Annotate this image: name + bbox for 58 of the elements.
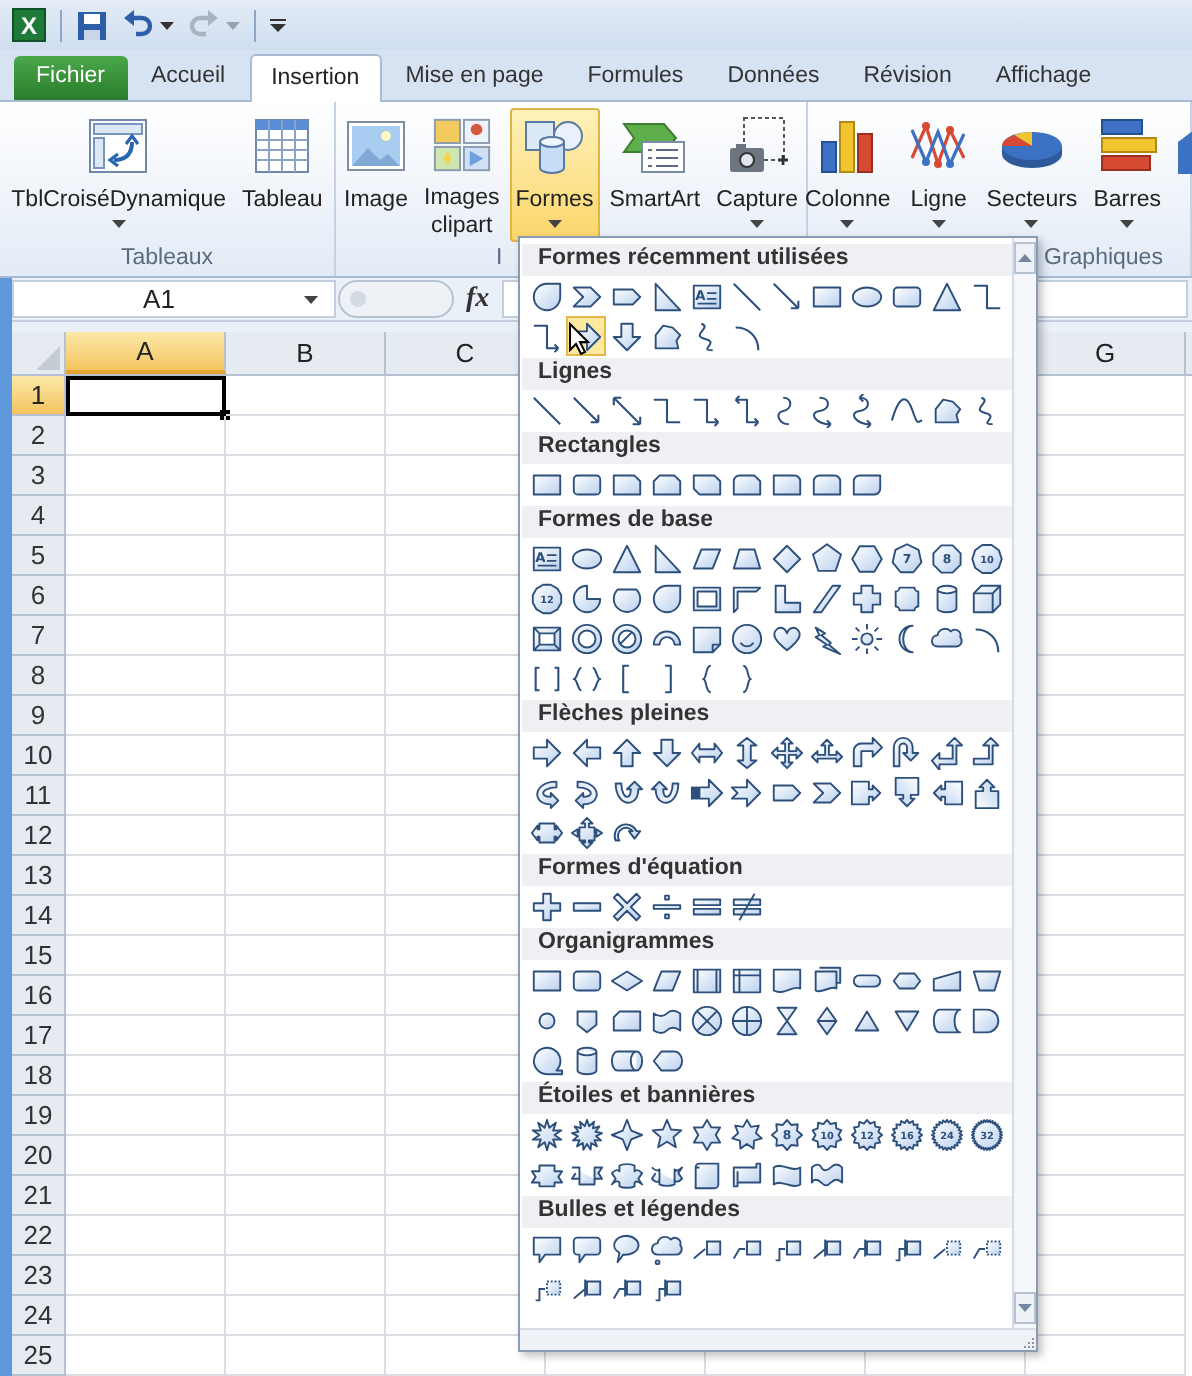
row-header[interactable]: 15: [12, 936, 66, 976]
ribbon-button[interactable]: TblCroiséDynamique: [5, 108, 233, 242]
ribbon-tab[interactable]: Révision: [843, 56, 972, 100]
row-header[interactable]: 3: [12, 456, 66, 496]
ribbon-tab[interactable]: Affichage: [975, 56, 1112, 100]
row-header[interactable]: 12: [12, 816, 66, 856]
row-header[interactable]: 18: [12, 1056, 66, 1096]
ribbon-button[interactable]: Images clipart: [418, 108, 506, 242]
row-header[interactable]: 2: [12, 416, 66, 456]
row-header[interactable]: 21: [12, 1176, 66, 1216]
section-header: Étoiles et bannières: [522, 1082, 1012, 1114]
name-box[interactable]: A1: [12, 280, 336, 318]
row-header[interactable]: 19: [12, 1096, 66, 1136]
file-tab[interactable]: Fichier: [14, 56, 128, 100]
column-header[interactable]: A: [66, 332, 226, 374]
ribbon-button[interactable]: Image: [338, 108, 414, 242]
row-header[interactable]: 8: [12, 656, 66, 696]
ribbon-button[interactable]: Barres: [1087, 108, 1168, 242]
group-label: I: [496, 244, 503, 274]
excel-logo: X: [12, 8, 46, 42]
row-header[interactable]: 5: [12, 536, 66, 576]
row-header[interactable]: 11: [12, 776, 66, 816]
ribbon-button[interactable]: Colonne: [798, 108, 897, 242]
row-header[interactable]: 9: [12, 696, 66, 736]
ribbon-tab[interactable]: Mise en page: [385, 56, 564, 100]
row-header[interactable]: 4: [12, 496, 66, 536]
section-header: Formes récemment utilisées: [522, 244, 1012, 276]
group-label: Tableaux: [120, 244, 214, 274]
column-header[interactable]: B: [226, 332, 386, 374]
row-header[interactable]: 14: [12, 896, 66, 936]
section-header: Formes de base: [522, 506, 1012, 538]
ribbon-tab[interactable]: Insertion: [249, 54, 382, 102]
ribbon-tab[interactable]: Données: [707, 56, 840, 100]
ribbon-tab[interactable]: Accueil: [131, 56, 246, 100]
row-header[interactable]: 25: [12, 1336, 66, 1376]
section-header: Flèches pleines: [522, 700, 1012, 732]
group-label: Graphiques: [1044, 244, 1163, 274]
section-header: Bulles et légendes: [522, 1196, 1012, 1228]
ribbon-button[interactable]: Tableau: [236, 108, 329, 242]
row-header[interactable]: 23: [12, 1256, 66, 1296]
row-header[interactable]: 7: [12, 616, 66, 656]
row-header[interactable]: 20: [12, 1136, 66, 1176]
section-header: Organigrammes: [522, 928, 1012, 960]
section-header: Lignes: [522, 358, 1012, 390]
row-header[interactable]: 1: [12, 376, 66, 416]
ribbon-button[interactable]: Formes: [509, 108, 600, 242]
row-header[interactable]: 17: [12, 1016, 66, 1056]
row-header[interactable]: 16: [12, 976, 66, 1016]
ribbon-button[interactable]: Ligne: [900, 108, 977, 242]
row-header[interactable]: 13: [12, 856, 66, 896]
row-header[interactable]: 24: [12, 1296, 66, 1336]
insert-function-button[interactable]: fx: [466, 278, 490, 320]
row-header[interactable]: 22: [12, 1216, 66, 1256]
row-header[interactable]: 10: [12, 736, 66, 776]
ribbon-tab[interactable]: Formules: [567, 56, 704, 100]
row-header[interactable]: 6: [12, 576, 66, 616]
section-header: Formes d'équation: [522, 854, 1012, 886]
section-header: Rectangles: [522, 432, 1012, 464]
